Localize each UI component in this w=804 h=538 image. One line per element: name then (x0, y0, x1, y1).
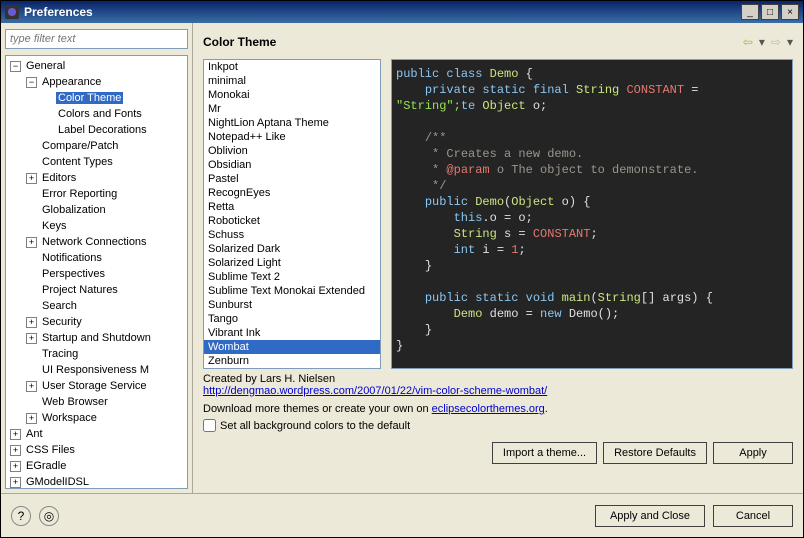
tree-keys[interactable]: Keys (6, 218, 187, 234)
tree-project-natures[interactable]: Project Natures (6, 282, 187, 298)
bottom-bar: ? ◎ Apply and Close Cancel (1, 493, 803, 537)
restore-defaults-button[interactable]: Restore Defaults (603, 442, 707, 464)
forward-menu-icon[interactable]: ▾ (787, 35, 793, 49)
maximize-button[interactable]: □ (761, 4, 779, 20)
tree-appearance[interactable]: −Appearance (6, 74, 187, 90)
tree-ant[interactable]: +Ant (6, 426, 187, 442)
tree-error-reporting[interactable]: Error Reporting (6, 186, 187, 202)
code-preview: public class Demo { private static final… (391, 59, 793, 369)
tree-startup-shutdown[interactable]: +Startup and Shutdown (6, 330, 187, 346)
tree-tracing[interactable]: Tracing (6, 346, 187, 362)
tree-egradle[interactable]: +EGradle (6, 458, 187, 474)
forward-icon: ⇨ (771, 35, 781, 49)
theme-item[interactable]: minimal (204, 74, 380, 88)
tree-editors[interactable]: +Editors (6, 170, 187, 186)
theme-item[interactable]: Obsidian (204, 158, 380, 172)
apply-button[interactable]: Apply (713, 442, 793, 464)
filter-input[interactable] (5, 29, 188, 49)
theme-item[interactable]: Sublime Text 2 (204, 270, 380, 284)
eclipsecolorthemes-link[interactable]: eclipsecolorthemes.org (432, 403, 545, 415)
tree-perspectives[interactable]: Perspectives (6, 266, 187, 282)
theme-item[interactable]: Roboticket (204, 214, 380, 228)
apply-and-close-button[interactable]: Apply and Close (595, 505, 705, 527)
close-button[interactable]: × (781, 4, 799, 20)
download-text: Download more themes or create your own … (203, 403, 793, 415)
theme-item[interactable]: Monokai (204, 88, 380, 102)
theme-item[interactable]: RecognEyes (204, 186, 380, 200)
theme-list[interactable]: DefaultBlack PastelfrontenddevGedit Orig… (203, 59, 381, 369)
theme-item[interactable]: Pastel (204, 172, 380, 186)
progress-icon[interactable]: ◎ (39, 506, 59, 526)
tree-network[interactable]: +Network Connections (6, 234, 187, 250)
minimize-button[interactable]: _ (741, 4, 759, 20)
eclipse-icon (5, 5, 19, 19)
tree-general[interactable]: −General (6, 58, 187, 74)
tree-ui-responsiveness[interactable]: UI Responsiveness M (6, 362, 187, 378)
default-bg-label: Set all background colors to the default (220, 420, 410, 432)
theme-item[interactable]: Inkpot (204, 60, 380, 74)
titlebar: Preferences _ □ × (1, 1, 803, 23)
window-title: Preferences (24, 5, 741, 19)
tree-label-decorations[interactable]: Label Decorations (6, 122, 187, 138)
import-theme-button[interactable]: Import a theme... (492, 442, 597, 464)
page-title: Color Theme (203, 35, 743, 49)
default-bg-checkbox[interactable] (203, 419, 216, 432)
theme-item[interactable]: Wombat (204, 340, 380, 354)
tree-gmodelidsl[interactable]: +GModelIDSL (6, 474, 187, 489)
theme-item[interactable]: Zenburn (204, 354, 380, 368)
tree-compare-patch[interactable]: Compare/Patch (6, 138, 187, 154)
theme-item[interactable]: Oblivion (204, 144, 380, 158)
back-menu-icon[interactable]: ▾ (759, 35, 765, 49)
theme-item[interactable]: Solarized Dark (204, 242, 380, 256)
theme-item[interactable]: Solarized Light (204, 256, 380, 270)
tree-security[interactable]: +Security (6, 314, 187, 330)
tree-content-types[interactable]: Content Types (6, 154, 187, 170)
theme-item[interactable]: Sublime Text Monokai Extended (204, 284, 380, 298)
theme-item[interactable]: NightLion Aptana Theme (204, 116, 380, 130)
theme-item[interactable]: Schuss (204, 228, 380, 242)
theme-item[interactable]: Tango (204, 312, 380, 326)
left-panel: −General −Appearance Color Theme Colors … (1, 23, 193, 493)
preferences-tree[interactable]: −General −Appearance Color Theme Colors … (5, 55, 188, 489)
tree-color-theme[interactable]: Color Theme (6, 90, 187, 106)
theme-item[interactable]: Vibrant Ink (204, 326, 380, 340)
tree-css[interactable]: +CSS Files (6, 442, 187, 458)
tree-search[interactable]: Search (6, 298, 187, 314)
theme-item[interactable]: Sunburst (204, 298, 380, 312)
help-icon[interactable]: ? (11, 506, 31, 526)
right-panel: Color Theme ⇦ ▾ ⇨ ▾ DefaultBlack Pastelf… (193, 23, 803, 493)
tree-notifications[interactable]: Notifications (6, 250, 187, 266)
tree-workspace[interactable]: +Workspace (6, 410, 187, 426)
tree-web-browser[interactable]: Web Browser (6, 394, 187, 410)
tree-colors-fonts[interactable]: Colors and Fonts (6, 106, 187, 122)
tree-globalization[interactable]: Globalization (6, 202, 187, 218)
theme-url-link[interactable]: http://dengmao.wordpress.com/2007/01/22/… (203, 385, 547, 397)
cancel-button[interactable]: Cancel (713, 505, 793, 527)
theme-meta: Created by Lars H. Nielsen http://dengma… (203, 373, 793, 397)
tree-user-storage[interactable]: +User Storage Service (6, 378, 187, 394)
back-icon[interactable]: ⇦ (743, 35, 753, 49)
theme-item[interactable]: Retta (204, 200, 380, 214)
theme-item[interactable]: Mr (204, 102, 380, 116)
theme-item[interactable]: Notepad++ Like (204, 130, 380, 144)
